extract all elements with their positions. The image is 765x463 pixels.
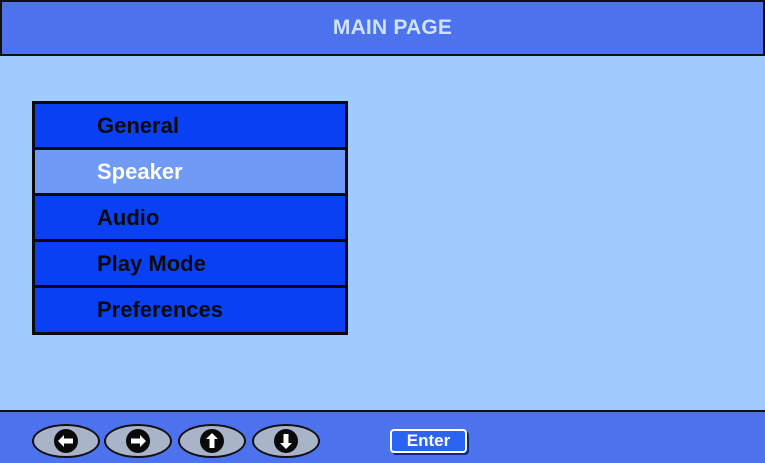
header-bar: MAIN PAGE	[0, 0, 765, 56]
page-title: MAIN PAGE	[332, 16, 453, 39]
arrow-left-icon	[54, 429, 78, 453]
menu-item-label: Play Mode	[97, 250, 206, 276]
screen: MAIN PAGE General Speaker Audio Play Mod…	[0, 0, 765, 463]
menu-item-play-mode[interactable]: Play Mode	[35, 242, 345, 288]
menu-item-preferences[interactable]: Preferences	[35, 288, 345, 332]
right-button[interactable]	[104, 424, 172, 458]
arrow-down-icon	[274, 429, 298, 453]
menu-item-label: Preferences	[97, 297, 223, 322]
enter-button-label: Enter	[406, 431, 451, 450]
menu-item-label: General	[97, 112, 179, 138]
enter-button[interactable]: Enter	[390, 429, 467, 453]
menu-item-speaker[interactable]: Speaker	[35, 150, 345, 196]
main-menu: General Speaker Audio Play Mode Preferen…	[32, 101, 348, 335]
menu-item-general[interactable]: General	[35, 104, 345, 150]
menu-item-label: Speaker	[97, 158, 183, 184]
up-button[interactable]	[178, 424, 246, 458]
menu-item-audio[interactable]: Audio	[35, 196, 345, 242]
arrow-right-icon	[126, 429, 150, 453]
arrow-up-icon	[200, 429, 224, 453]
footer-bar: Enter	[0, 410, 765, 463]
down-button[interactable]	[252, 424, 320, 458]
menu-item-label: Audio	[97, 204, 160, 230]
left-button[interactable]	[32, 424, 100, 458]
